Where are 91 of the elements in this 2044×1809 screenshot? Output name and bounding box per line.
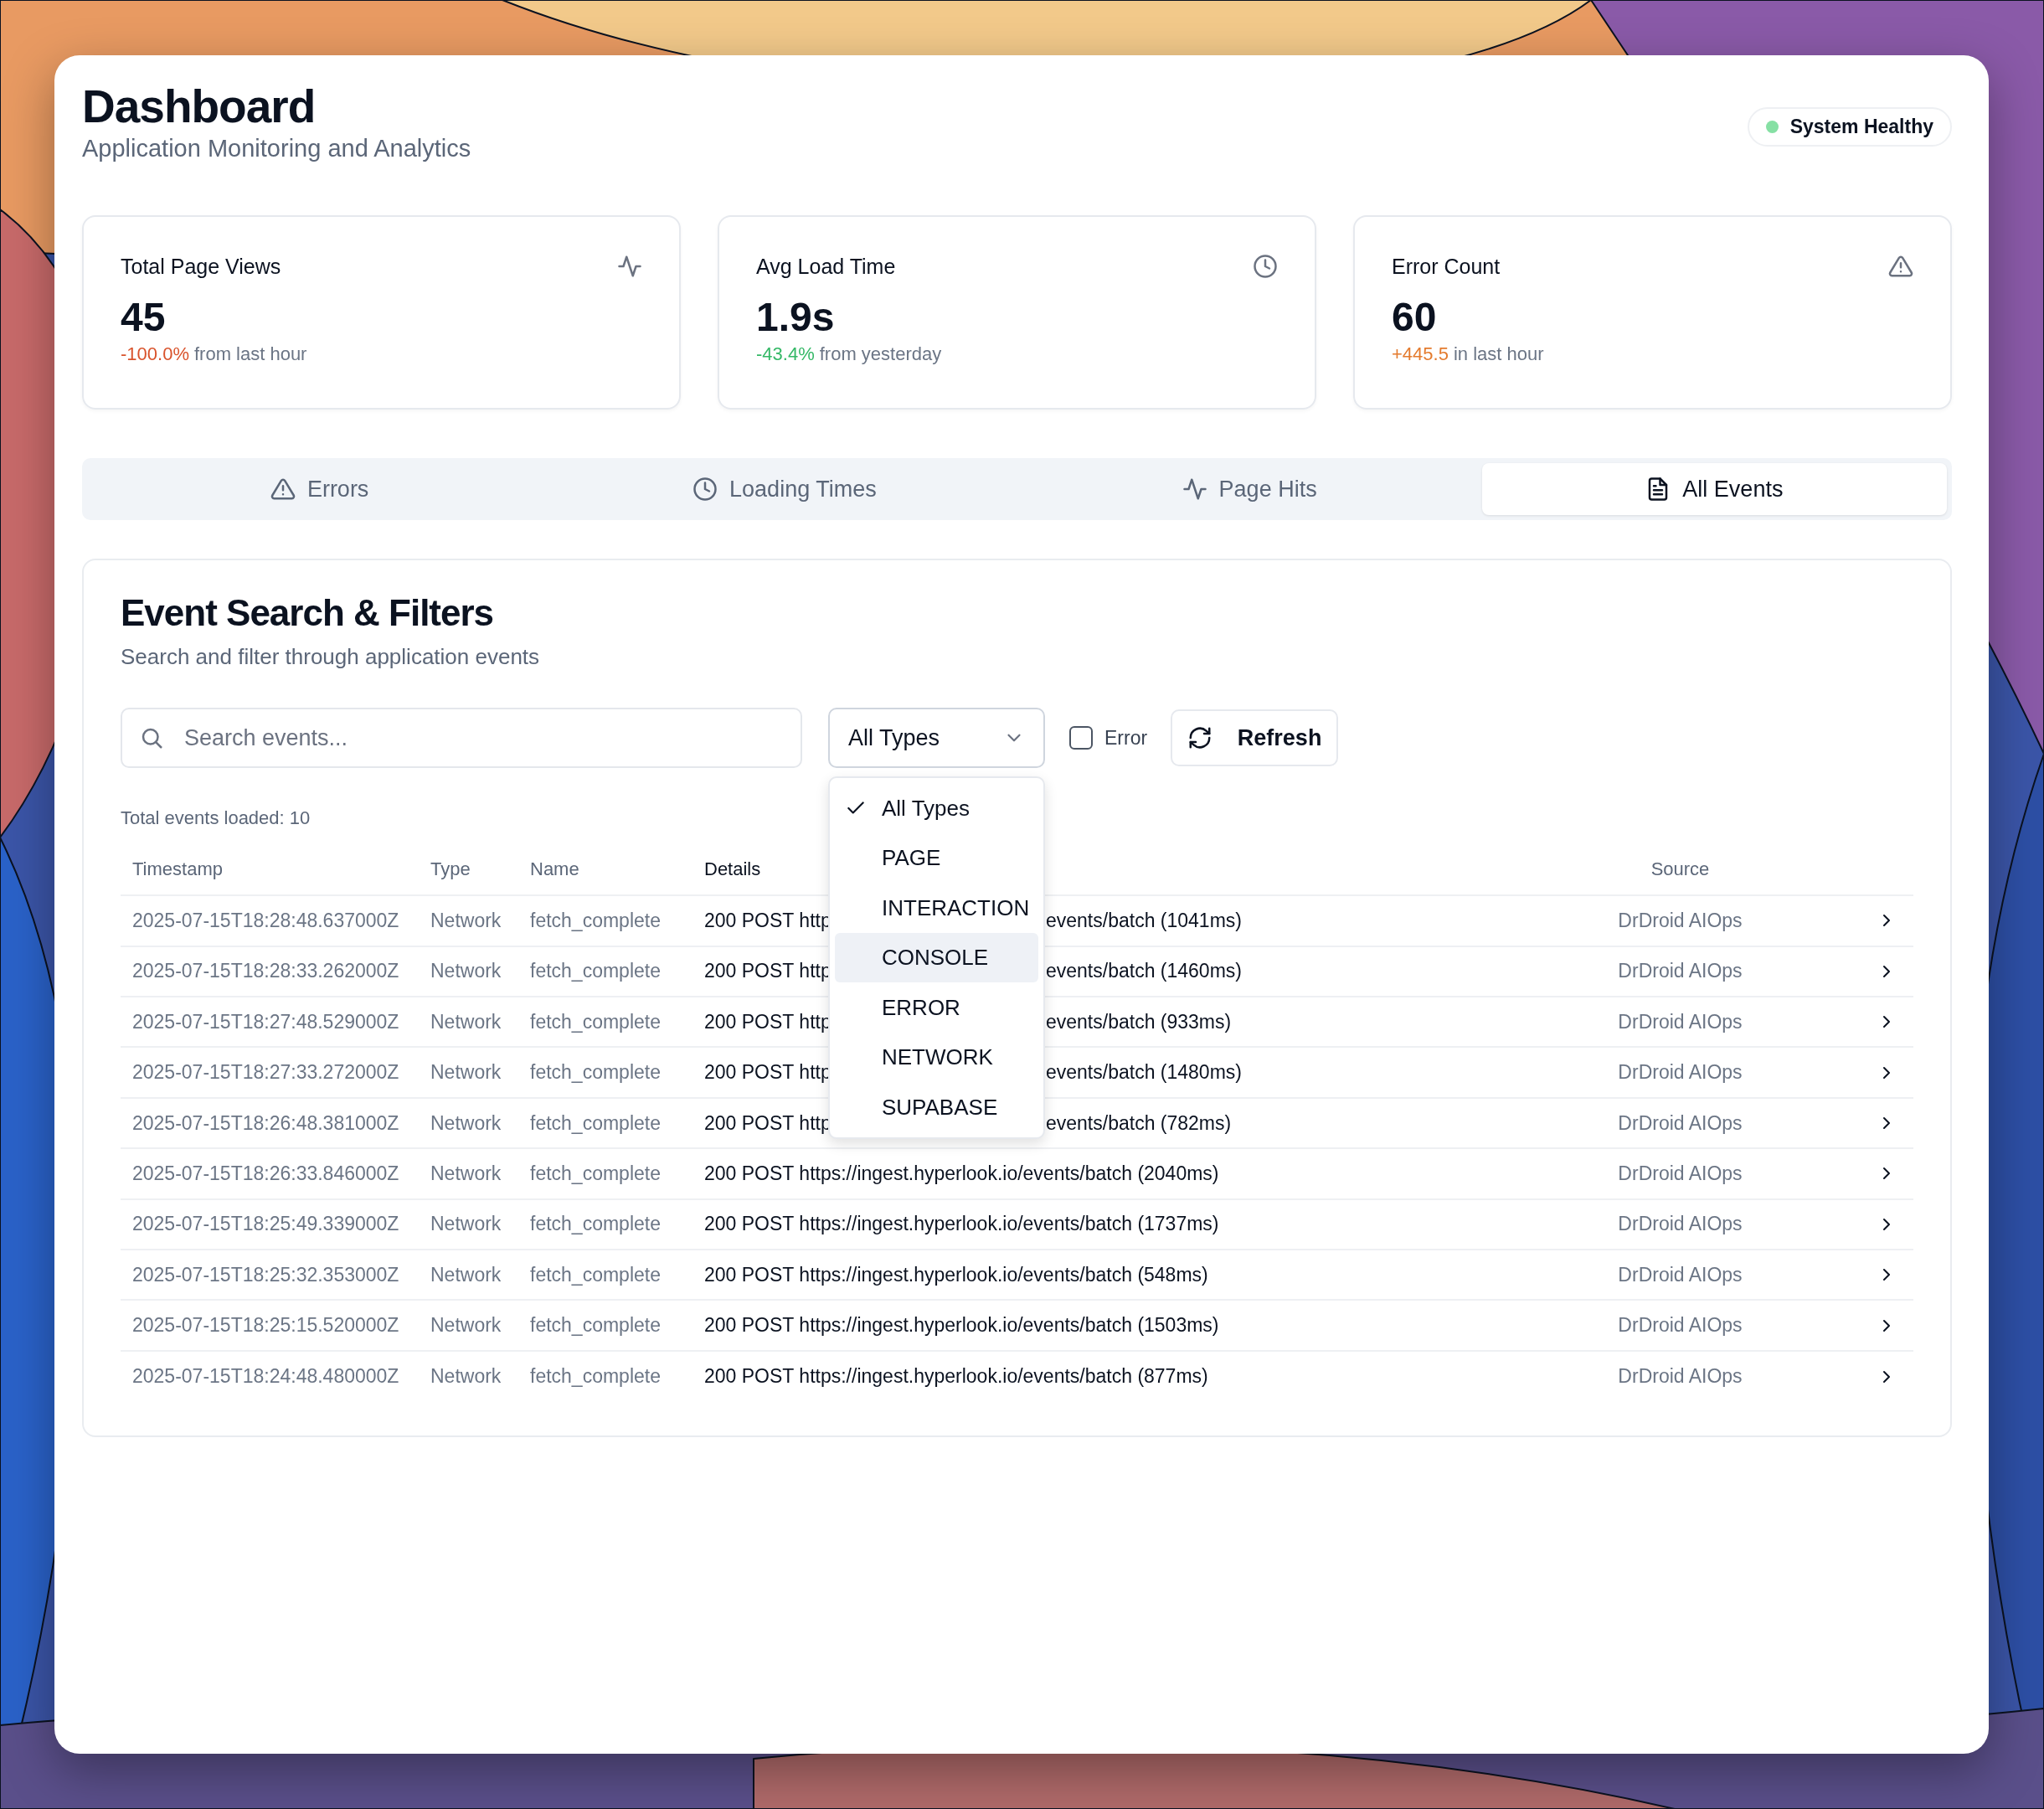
- details-cell-text: 200 POST https://ingest.hyperlook.io/events/batch (877ms): [703, 1365, 1209, 1389]
- stat-value: 60: [1392, 294, 1438, 341]
- name-cell-text: fetch_complete: [529, 1263, 662, 1286]
- timestamp-cell-text: 2025-07-15T18:26:48.381000Z: [131, 1111, 400, 1135]
- type-cell-text: Network: [430, 1365, 502, 1389]
- name-cell-text: fetch_complete: [529, 1365, 662, 1389]
- source-cell-text: DrDroid AIOps: [1617, 1061, 1743, 1085]
- type-cell-text: Network: [430, 1314, 502, 1337]
- name-cell-text: fetch_complete: [529, 909, 662, 932]
- type-cell-text: Network: [430, 909, 502, 932]
- timestamp-cell-text: 2025-07-15T18:26:33.846000Z: [131, 1162, 400, 1185]
- timestamp-cell-text: 2025-07-15T18:28:33.262000Z: [131, 960, 400, 983]
- events-count: Total events loaded: 10: [121, 807, 311, 830]
- menu-option[interactable]: All Types: [835, 783, 1038, 833]
- source-cell-text: DrDroid AIOps: [1617, 1213, 1743, 1236]
- menu-option[interactable]: ERROR: [835, 982, 1038, 1033]
- menu-option[interactable]: PAGE: [835, 832, 1038, 884]
- stat-period: from last hour: [193, 343, 307, 366]
- column-header: Timestamp: [131, 858, 224, 881]
- details-cell: events/batch (782ms): [1046, 1111, 1232, 1135]
- stat-change: -43.4%: [756, 343, 815, 366]
- type-cell-text: Network: [430, 1213, 502, 1236]
- type-cell-text: Network: [430, 1111, 502, 1135]
- stat-period: in last hour: [1453, 343, 1544, 366]
- source-cell-text: DrDroid AIOps: [1617, 1111, 1743, 1135]
- details-cell: events/batch (1460ms): [1046, 960, 1242, 983]
- section-subtitle: Search and filter through application events: [121, 644, 541, 671]
- type-cell-text: Network: [430, 1263, 502, 1286]
- type-cell-text: Network: [430, 1162, 502, 1185]
- name-cell-text: fetch_complete: [529, 1010, 662, 1033]
- timestamp-cell-text: 2025-07-15T18:24:48.480000Z: [131, 1365, 400, 1389]
- page-title: Dashboard: [82, 80, 317, 134]
- details-cell-text: 200 POST https://ingest.hyperlook.io/events/batch (1737ms): [703, 1213, 1220, 1236]
- stat-value: 1.9s: [756, 294, 836, 341]
- name-cell-text: fetch_complete: [529, 1111, 662, 1135]
- source-cell-text: DrDroid AIOps: [1617, 1314, 1743, 1337]
- tab[interactable]: Errors: [87, 463, 553, 516]
- name-cell-text: fetch_complete: [529, 1162, 662, 1185]
- source-cell-text: DrDroid AIOps: [1617, 960, 1743, 983]
- type-cell-text: Network: [430, 1061, 502, 1085]
- menu-option[interactable]: SUPABASE: [835, 1082, 1038, 1132]
- source-cell-text: DrDroid AIOps: [1617, 1263, 1743, 1286]
- menu-option[interactable]: CONSOLE: [835, 932, 1038, 983]
- source-cell-text: DrDroid AIOps: [1617, 1010, 1743, 1033]
- name-cell-text: fetch_complete: [529, 960, 662, 983]
- timestamp-cell-text: 2025-07-15T18:25:49.339000Z: [131, 1213, 400, 1236]
- stat-change: -100.0%: [121, 343, 189, 366]
- stat-title: Avg Load Time: [756, 254, 896, 279]
- source-cell-text: DrDroid AIOps: [1617, 909, 1743, 932]
- timestamp-cell-text: 2025-07-15T18:25:15.520000Z: [131, 1314, 400, 1337]
- type-dropdown[interactable]: All Types: [828, 708, 1045, 769]
- refresh-button[interactable]: Refresh: [1171, 709, 1339, 767]
- stat-value: 45: [121, 294, 167, 341]
- name-cell-text: fetch_complete: [529, 1213, 662, 1236]
- column-header: Details: [703, 858, 762, 881]
- stat-title: Total Page Views: [121, 254, 281, 279]
- stat-period: from yesterday: [819, 343, 942, 366]
- name-cell-text: fetch_complete: [529, 1061, 662, 1085]
- tab[interactable]: All Events: [1481, 463, 1947, 516]
- name-cell-text: fetch_complete: [529, 1314, 662, 1337]
- details-cell: events/batch (933ms): [1046, 1010, 1232, 1033]
- timestamp-cell-text: 2025-07-15T18:27:33.272000Z: [131, 1061, 400, 1085]
- type-cell-text: Network: [430, 1010, 502, 1033]
- section-title: Event Search & Filters: [121, 592, 495, 635]
- details-cell: events/batch (1041ms): [1046, 909, 1242, 932]
- clock-icon: [1253, 254, 1278, 280]
- timestamp-cell-text: 2025-07-15T18:27:48.529000Z: [131, 1010, 400, 1033]
- tab[interactable]: Page Hits: [1017, 463, 1482, 516]
- tab[interactable]: Loading Times: [552, 463, 1017, 516]
- source-cell-text: DrDroid AIOps: [1617, 1162, 1743, 1185]
- page-subtitle: Application Monitoring and Analytics: [82, 135, 471, 163]
- details-cell-text: 200 POST https://ingest.hyperlook.io/events/batch (2040ms): [703, 1162, 1220, 1185]
- stat-change: +445.5: [1392, 343, 1449, 366]
- details-cell-text: 200 POST https://ingest.hyperlook.io/events/batch (1503ms): [703, 1314, 1220, 1337]
- clock-icon: [692, 477, 718, 502]
- source-cell-text: DrDroid AIOps: [1617, 1365, 1743, 1389]
- status-label: System Healthy: [1789, 116, 1933, 138]
- search-field[interactable]: Search events...: [121, 708, 802, 769]
- checkbox[interactable]: [1069, 726, 1093, 750]
- column-header: Name: [529, 858, 580, 881]
- column-header: Type: [430, 858, 471, 881]
- menu-option[interactable]: NETWORK: [835, 1032, 1038, 1083]
- type-cell-text: Network: [430, 960, 502, 983]
- column-header: Source: [1650, 858, 1711, 881]
- details-cell-text: 200 POST https://ingest.hyperlook.io/events/batch (548ms): [703, 1263, 1209, 1286]
- timestamp-cell-text: 2025-07-15T18:28:48.637000Z: [131, 909, 400, 932]
- menu-option[interactable]: INTERACTION: [835, 883, 1038, 933]
- stat-title: Error Count: [1392, 254, 1501, 279]
- checkbox-label: Error: [1104, 726, 1148, 750]
- timestamp-cell-text: 2025-07-15T18:25:32.353000Z: [131, 1263, 400, 1286]
- details-cell: events/batch (1480ms): [1046, 1061, 1242, 1085]
